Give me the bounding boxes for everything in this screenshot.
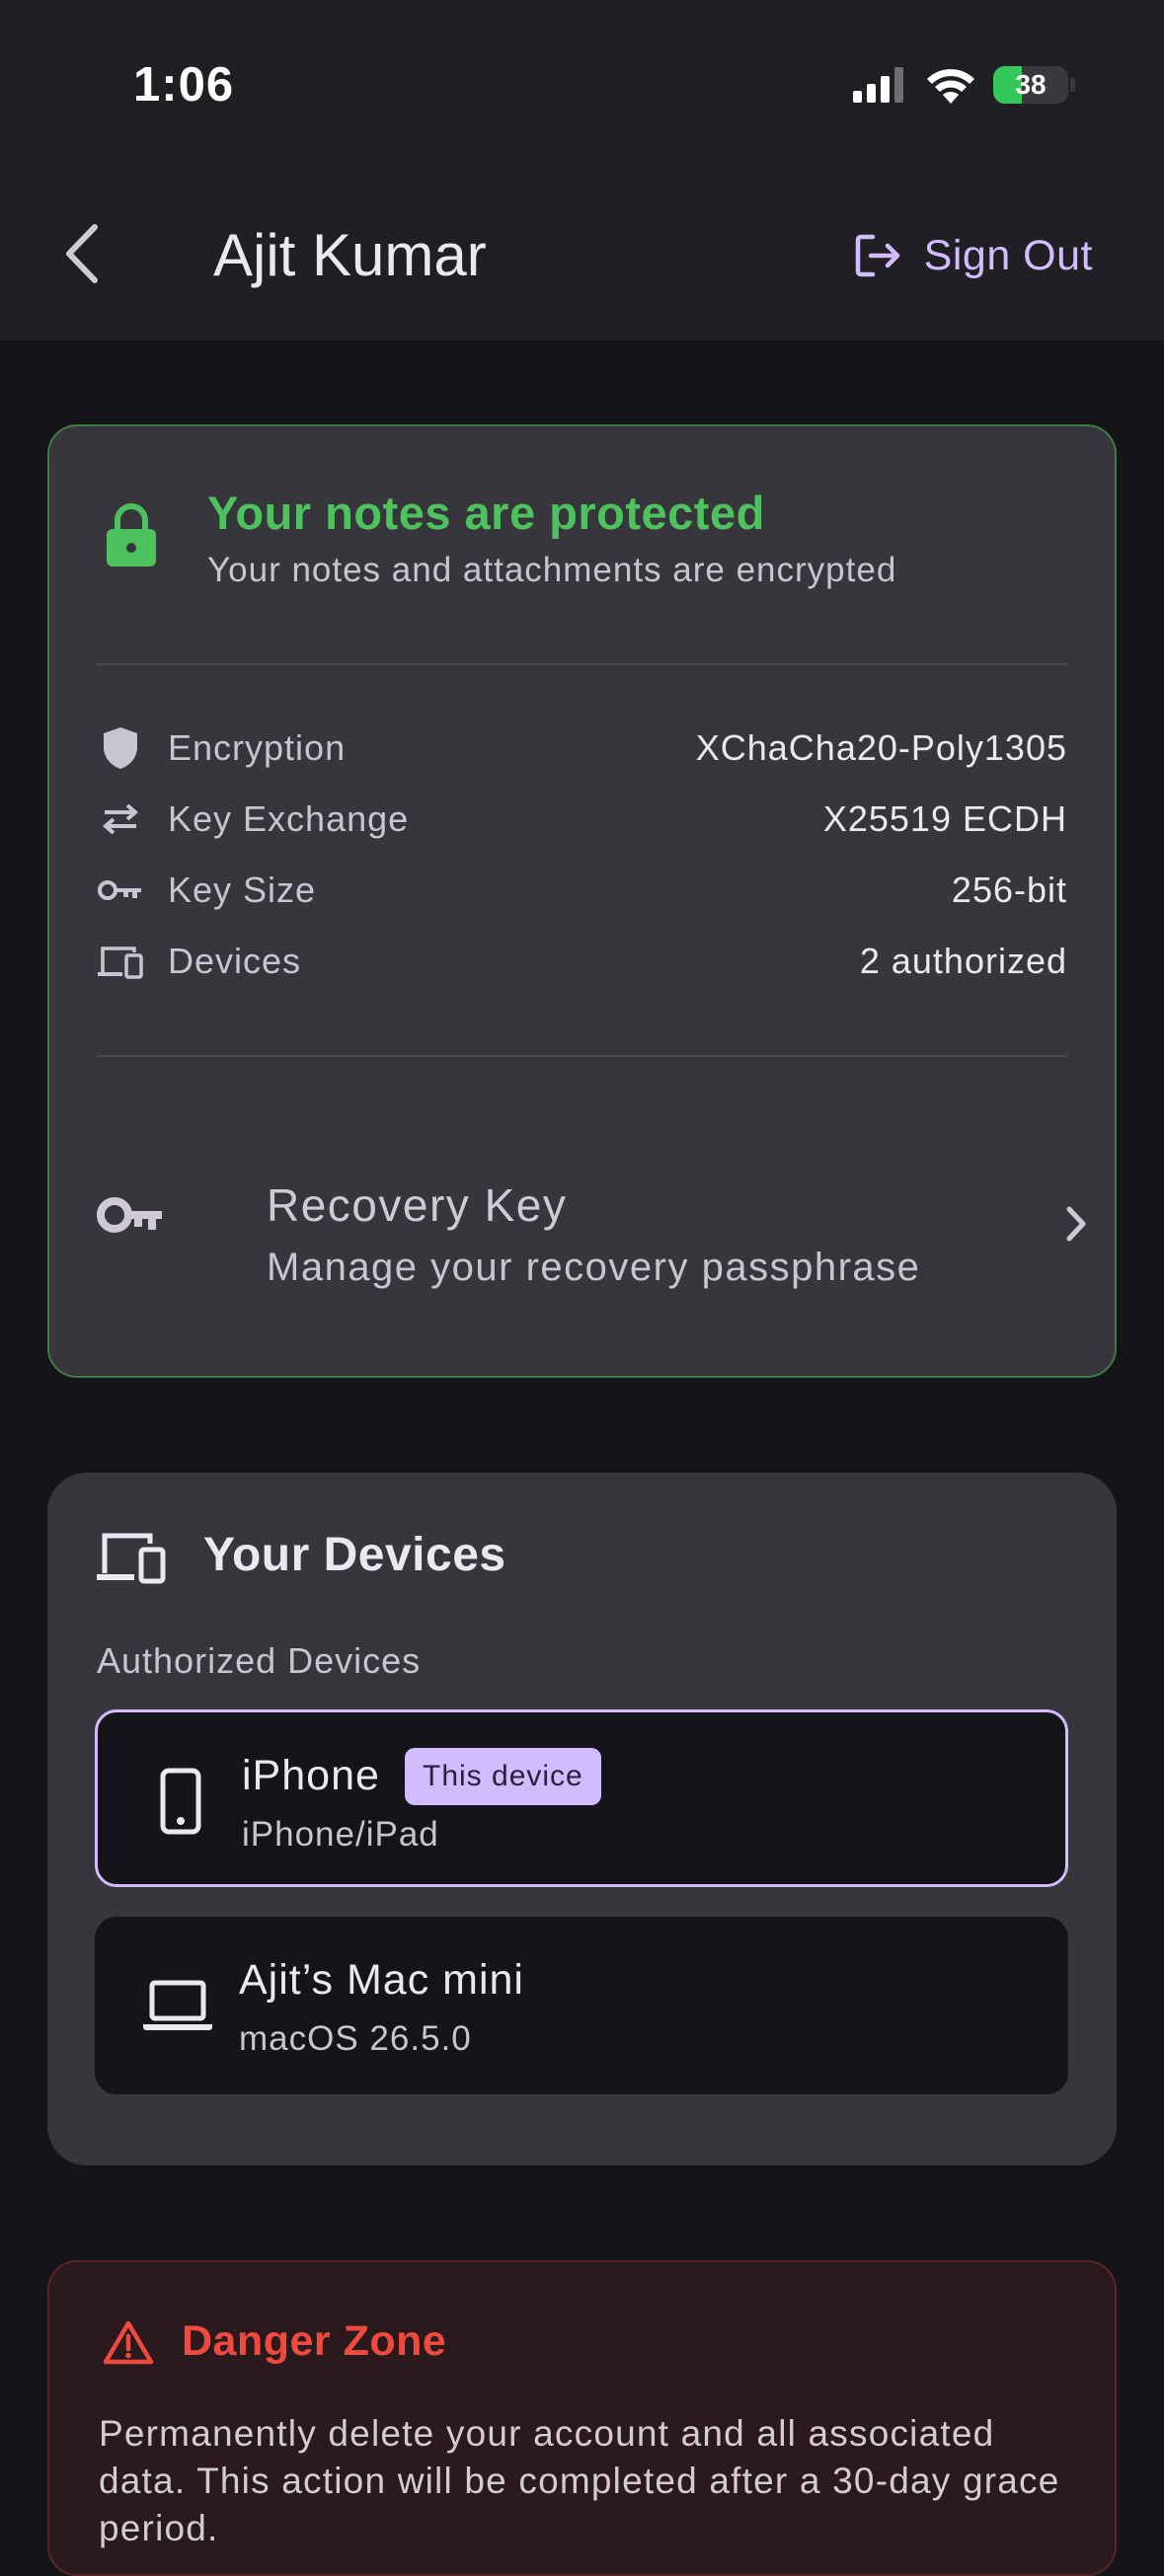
authorized-devices-label: Authorized Devices — [97, 1640, 422, 1681]
devices-icon — [97, 1533, 166, 1584]
devices-icon — [97, 938, 144, 985]
key-icon — [97, 867, 144, 914]
spec-label: Devices — [168, 941, 302, 981]
spec-value: 256-bit — [951, 870, 1067, 910]
devices-title: Your Devices — [203, 1529, 506, 1581]
sign-out-button[interactable]: Sign Out — [853, 231, 1093, 280]
key-icon — [97, 1197, 162, 1233]
spec-value: XChaCha20-Poly1305 — [695, 727, 1067, 768]
warning-icon — [103, 2320, 154, 2365]
page-title: Ajit Kumar — [213, 222, 487, 288]
device-name: iPhone — [242, 1752, 380, 1799]
recovery-key-subtitle: Manage your recovery passphrase — [267, 1246, 921, 1289]
swap-arrows-icon — [97, 796, 144, 843]
laptop-icon — [138, 1966, 217, 2045]
danger-zone-description: Permanently delete your account and all … — [99, 2413, 1060, 2548]
chevron-left-icon[interactable] — [57, 219, 109, 288]
device-item-iphone[interactable]: iPhone This device iPhone/iPad — [95, 1709, 1068, 1887]
battery-tip — [1070, 78, 1075, 92]
spec-row-devices: Devices 2 authorized — [97, 932, 1067, 991]
spec-label: Key Size — [168, 870, 317, 910]
spec-value: 2 authorized — [859, 941, 1067, 981]
battery-charging-icon: 38 — [993, 66, 1068, 104]
wifi-icon — [927, 69, 974, 104]
status-time: 1:06 — [133, 58, 235, 112]
top-bar: 1:06 38 Ajit Kumar Sign Out — [0, 0, 1164, 341]
logout-icon — [855, 234, 899, 277]
protected-subtitle: Your notes and attachments are encrypted — [207, 551, 897, 589]
device-type: iPhone/iPad — [242, 1815, 439, 1854]
device-name: Ajit’s Mac mini — [239, 1956, 524, 2004]
spec-label: Key Exchange — [168, 798, 410, 839]
spec-value: X25519 ECDH — [822, 798, 1067, 839]
divider — [97, 663, 1067, 665]
battery-label: 38 — [1015, 69, 1047, 100]
spec-label: Encryption — [168, 727, 347, 768]
spec-row-key-exchange: Key Exchange X25519 ECDH — [97, 790, 1067, 849]
devices-card: Your Devices Authorized Devices iPhone T… — [47, 1473, 1117, 2165]
status-icons: 38 — [853, 63, 1075, 107]
lock-icon — [107, 503, 156, 567]
divider — [97, 1055, 1067, 1057]
chevron-right-icon — [1066, 1206, 1086, 1242]
encryption-status-card: Your notes are protected Your notes and … — [47, 424, 1117, 1378]
recovery-key-title: Recovery Key — [267, 1179, 568, 1231]
device-type: macOS 26.5.0 — [239, 2019, 472, 2058]
this-device-badge: This device — [405, 1748, 601, 1805]
spec-row-key-size: Key Size 256-bit — [97, 861, 1067, 920]
sign-out-label: Sign Out — [923, 231, 1093, 279]
protected-title: Your notes are protected — [207, 487, 765, 539]
danger-zone-card: Danger Zone Permanently delete your acco… — [47, 2260, 1117, 2576]
shield-icon — [97, 724, 144, 772]
phone-icon — [141, 1762, 220, 1841]
device-item-mac-mini[interactable]: Ajit’s Mac mini macOS 26.5.0 — [95, 1917, 1068, 2094]
cellular-signal-icon — [853, 67, 903, 103]
spec-row-encryption: Encryption XChaCha20-Poly1305 — [97, 719, 1067, 778]
recovery-key-row[interactable]: Recovery Key Manage your recovery passph… — [97, 1157, 1086, 1315]
danger-zone-title: Danger Zone — [182, 2317, 447, 2365]
